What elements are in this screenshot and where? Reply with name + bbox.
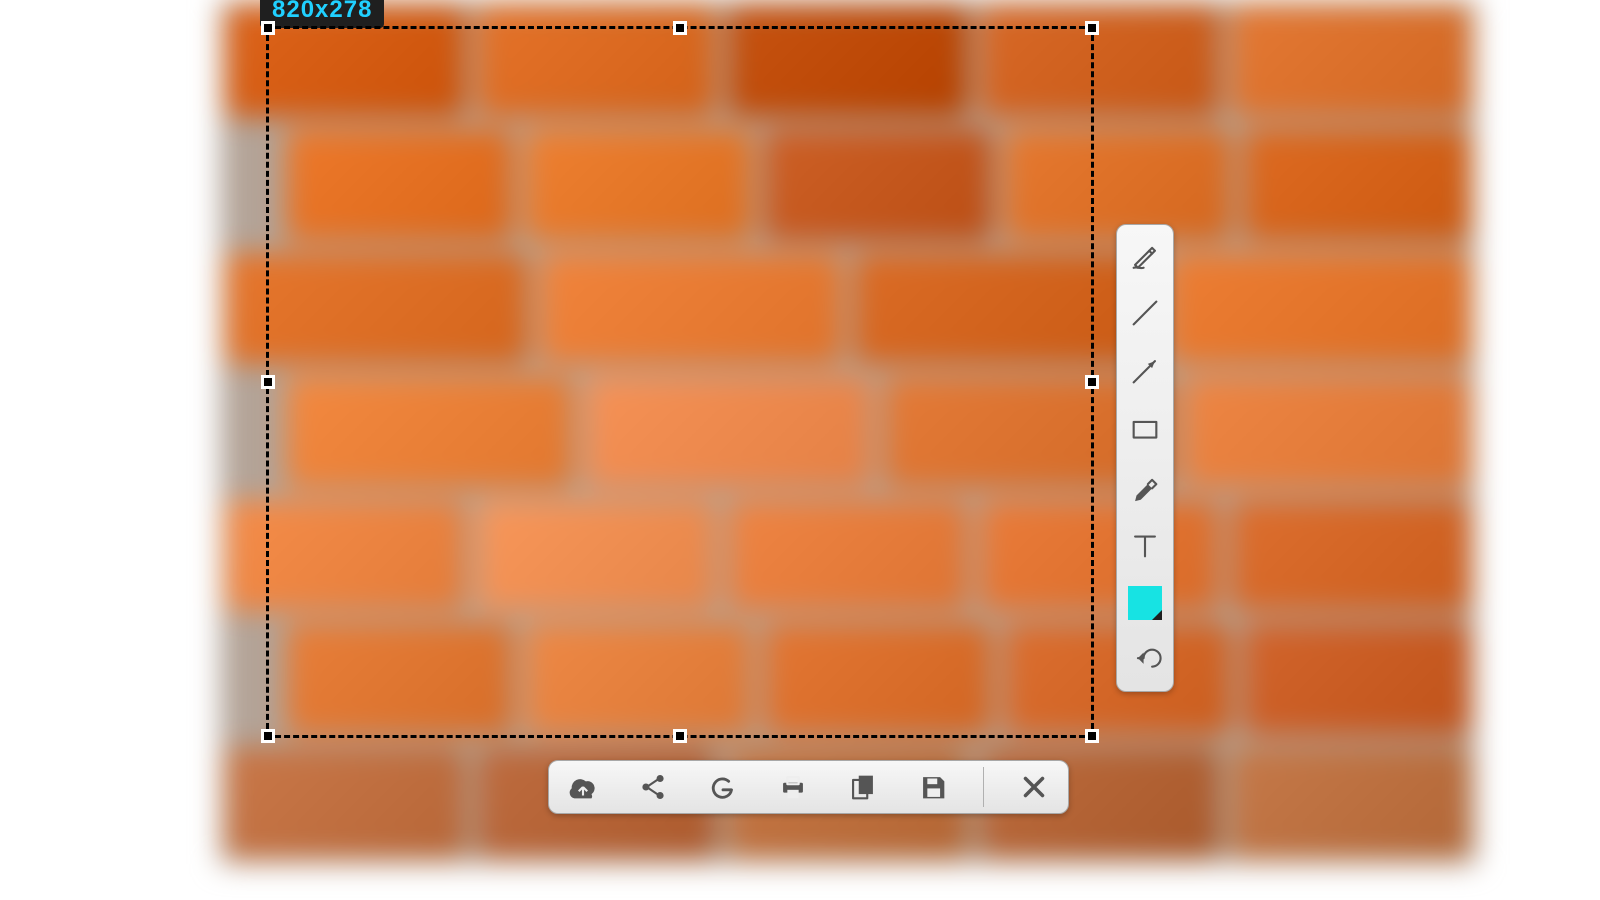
save-icon[interactable] [913,767,953,807]
close-icon[interactable] [1014,767,1054,807]
text-icon[interactable] [1125,525,1165,565]
share-icon[interactable] [633,767,673,807]
resize-handle-n[interactable] [673,21,687,35]
resize-handle-ne[interactable] [1085,21,1099,35]
pencil-free-icon[interactable] [1125,235,1165,275]
resize-handle-e[interactable] [1085,375,1099,389]
toolbar-divider [983,767,984,807]
resize-handle-w[interactable] [261,375,275,389]
annotation-toolbar [1116,224,1174,692]
selection-rectangle[interactable] [266,26,1094,738]
print-icon[interactable] [773,767,813,807]
marker-icon[interactable] [1125,467,1165,507]
line-icon[interactable] [1125,293,1165,333]
copy-icon[interactable] [843,767,883,807]
rectangle-icon[interactable] [1125,409,1165,449]
action-toolbar [548,760,1069,814]
undo-icon[interactable] [1125,641,1165,681]
selection-dimensions: 820x278 [260,0,384,28]
resize-handle-se[interactable] [1085,729,1099,743]
resize-handle-s[interactable] [673,729,687,743]
resize-handle-sw[interactable] [261,729,275,743]
color-picker[interactable] [1125,583,1165,623]
arrow-icon[interactable] [1125,351,1165,391]
cloud-upload-icon[interactable] [563,767,603,807]
resize-handle-nw[interactable] [261,21,275,35]
screenshot-stage: 820x278 [220,0,1476,864]
google-icon[interactable] [703,767,743,807]
